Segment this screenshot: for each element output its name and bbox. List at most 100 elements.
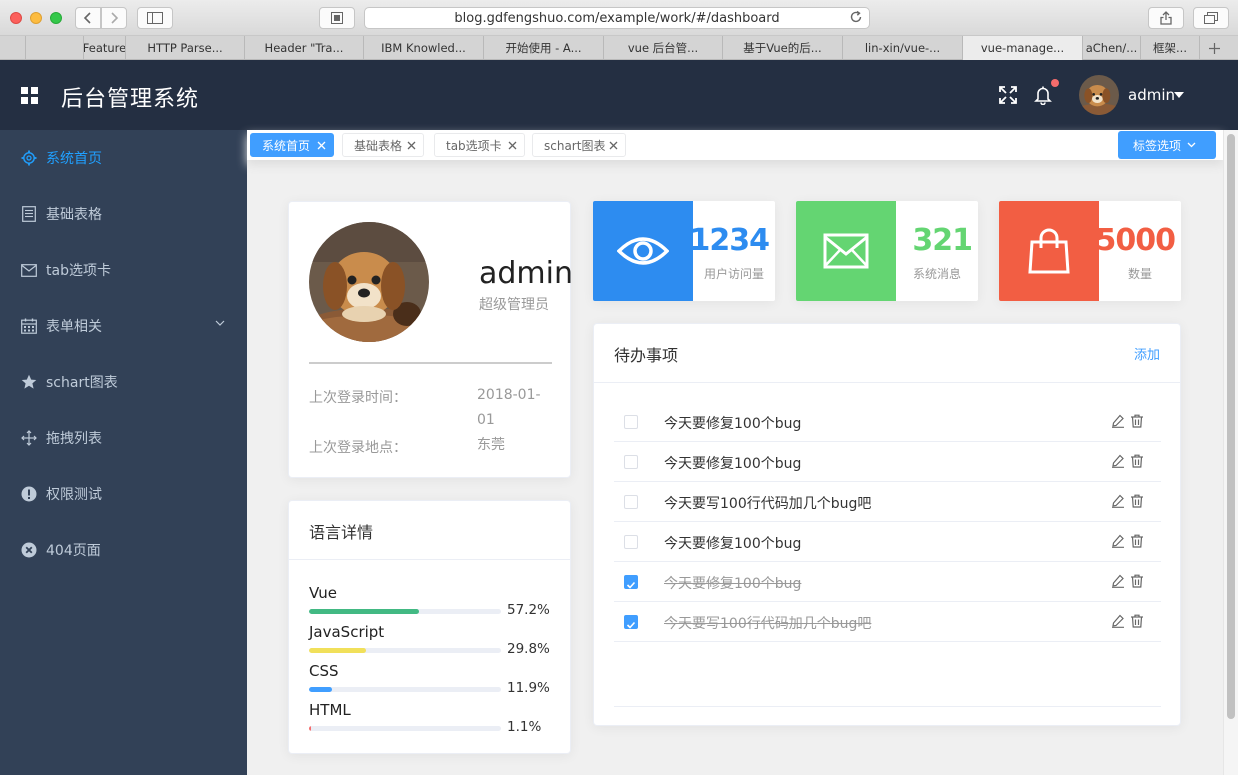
address-bar[interactable]: blog.gdfengshuo.com/example/work/#/dashb… — [364, 7, 870, 29]
sidebar-item-label: 表单相关 — [46, 319, 102, 335]
caret-down-icon[interactable] — [1174, 92, 1184, 98]
collapse-menu-icon[interactable] — [21, 87, 38, 104]
trash-icon[interactable] — [1130, 574, 1144, 588]
sidebar-item[interactable]: 权限测试 — [0, 466, 247, 522]
close-icon[interactable] — [508, 141, 517, 150]
todo-checkbox[interactable] — [624, 535, 638, 549]
close-window-button[interactable] — [10, 12, 22, 24]
edit-icon[interactable] — [1111, 454, 1125, 468]
plus-icon — [1208, 42, 1220, 54]
browser-tab[interactable]: 框架... — [1141, 36, 1200, 60]
edit-icon[interactable] — [1111, 614, 1125, 628]
sidebar-item[interactable]: 拖拽列表 — [0, 410, 247, 466]
language-percent: 1.1% — [507, 719, 542, 735]
browser-tab-label: HTTP Parse... — [147, 41, 223, 55]
avatar[interactable] — [1079, 75, 1119, 115]
sidebar-item[interactable]: tab选项卡 — [0, 242, 247, 298]
share-icon — [1160, 11, 1172, 25]
todo-checkbox[interactable] — [624, 575, 638, 589]
todo-text: 今天要修复100个bug — [664, 536, 802, 552]
add-todo-button[interactable]: 添加 — [1134, 344, 1160, 363]
todo-card: 待办事项 添加 今天要修复100个bug 今天要修复100个bug 今天要写100行… — [593, 323, 1181, 726]
chevron-down-icon — [1187, 142, 1196, 148]
language-progress-fill — [309, 687, 332, 692]
sidebar-toggle-button[interactable] — [137, 7, 173, 29]
todo-checkbox[interactable] — [624, 415, 638, 429]
edit-icon[interactable] — [1111, 534, 1125, 548]
edit-icon[interactable] — [1111, 574, 1125, 588]
browser-tab-label: IBM Knowled... — [381, 41, 466, 55]
browser-tab[interactable]: Feature — [84, 36, 126, 60]
language-progress-fill — [309, 609, 419, 614]
reload-icon[interactable] — [849, 10, 863, 24]
show-tabs-button[interactable] — [1193, 7, 1229, 29]
user-name[interactable]: admin — [1128, 86, 1175, 104]
sidebar-item[interactable]: 基础表格 — [0, 186, 247, 242]
reader-button[interactable] — [319, 7, 355, 29]
language-name: Vue — [309, 584, 337, 602]
star-icon — [20, 373, 38, 391]
todo-checkbox[interactable] — [624, 455, 638, 469]
forward-button[interactable] — [101, 7, 127, 29]
browser-tab[interactable]: vue 后台管... — [604, 36, 723, 60]
browser-tab-label: lin-xin/vue-... — [864, 41, 941, 55]
share-button[interactable] — [1148, 7, 1184, 29]
browser-tab[interactable]: HTTP Parse... — [126, 36, 245, 60]
sidebar-item[interactable]: schart图表 — [0, 354, 247, 410]
page-scrollbar[interactable] — [1223, 130, 1238, 775]
edit-icon[interactable] — [1111, 494, 1125, 508]
trash-icon[interactable] — [1130, 414, 1144, 428]
browser-tab[interactable]: 基于Vue的后... — [723, 36, 843, 60]
puppy-avatar-icon — [1079, 75, 1119, 115]
trash-icon[interactable] — [1130, 614, 1144, 628]
close-icon[interactable] — [407, 141, 416, 150]
trash-icon[interactable] — [1130, 534, 1144, 548]
browser-tab[interactable]: aChen/... — [1083, 36, 1141, 60]
sidebar-item[interactable]: 表单相关 — [0, 298, 247, 354]
sidebar-item[interactable]: 系统首页 — [0, 130, 247, 186]
browser-tab[interactable] — [26, 36, 84, 60]
new-tab-button[interactable] — [1200, 36, 1228, 60]
gear-icon — [20, 149, 38, 167]
todo-checkbox[interactable] — [624, 495, 638, 509]
tag-item[interactable]: tab选项卡 — [434, 133, 525, 157]
tag-item[interactable]: 系统首页 — [250, 133, 334, 157]
close-icon[interactable] — [609, 141, 618, 150]
sidebar-item[interactable]: 404页面 — [0, 522, 247, 578]
bell-icon[interactable] — [1033, 85, 1053, 105]
stat-value: 321 — [912, 223, 973, 258]
language-name: CSS — [309, 662, 339, 680]
document-icon — [20, 205, 38, 223]
fullscreen-icon[interactable] — [998, 85, 1018, 105]
browser-tab[interactable]: Header "Tra... — [245, 36, 364, 60]
tag-item[interactable]: schart图表 — [532, 133, 626, 157]
trash-icon[interactable] — [1130, 494, 1144, 508]
tag-item[interactable]: 基础表格 — [342, 133, 424, 157]
browser-tab[interactable] — [0, 36, 26, 60]
todo-card-title: 待办事项 — [614, 346, 679, 365]
sidebar-item-label: 系统首页 — [46, 151, 102, 167]
move-icon — [20, 429, 38, 447]
stat-label: 系统消息 — [912, 267, 961, 281]
sidebar-item-label: 权限测试 — [46, 487, 102, 503]
tag-options-button[interactable]: 标签选项 — [1118, 131, 1216, 159]
mail-icon — [20, 261, 38, 279]
close-icon[interactable] — [317, 141, 326, 150]
language-name: HTML — [309, 701, 351, 719]
browser-tab[interactable]: IBM Knowled... — [364, 36, 484, 60]
close-circle-icon — [20, 541, 38, 559]
warning-icon — [20, 485, 38, 503]
divider — [309, 362, 552, 364]
eye-icon — [593, 201, 693, 301]
browser-tab[interactable]: 开始使用 - A... — [484, 36, 604, 60]
edit-icon[interactable] — [1111, 414, 1125, 428]
minimize-window-button[interactable] — [30, 12, 42, 24]
todo-checkbox[interactable] — [624, 615, 638, 629]
browser-tab[interactable]: vue-manage... — [963, 36, 1083, 60]
scrollbar-thumb[interactable] — [1227, 134, 1235, 719]
language-card: 语言详情 Vue 57.2% JavaScript 29.8% CSS 11.9% HTML… — [288, 500, 571, 754]
trash-icon[interactable] — [1130, 454, 1144, 468]
back-button[interactable] — [75, 7, 101, 29]
browser-tab[interactable]: lin-xin/vue-... — [843, 36, 963, 60]
zoom-window-button[interactable] — [50, 12, 62, 24]
